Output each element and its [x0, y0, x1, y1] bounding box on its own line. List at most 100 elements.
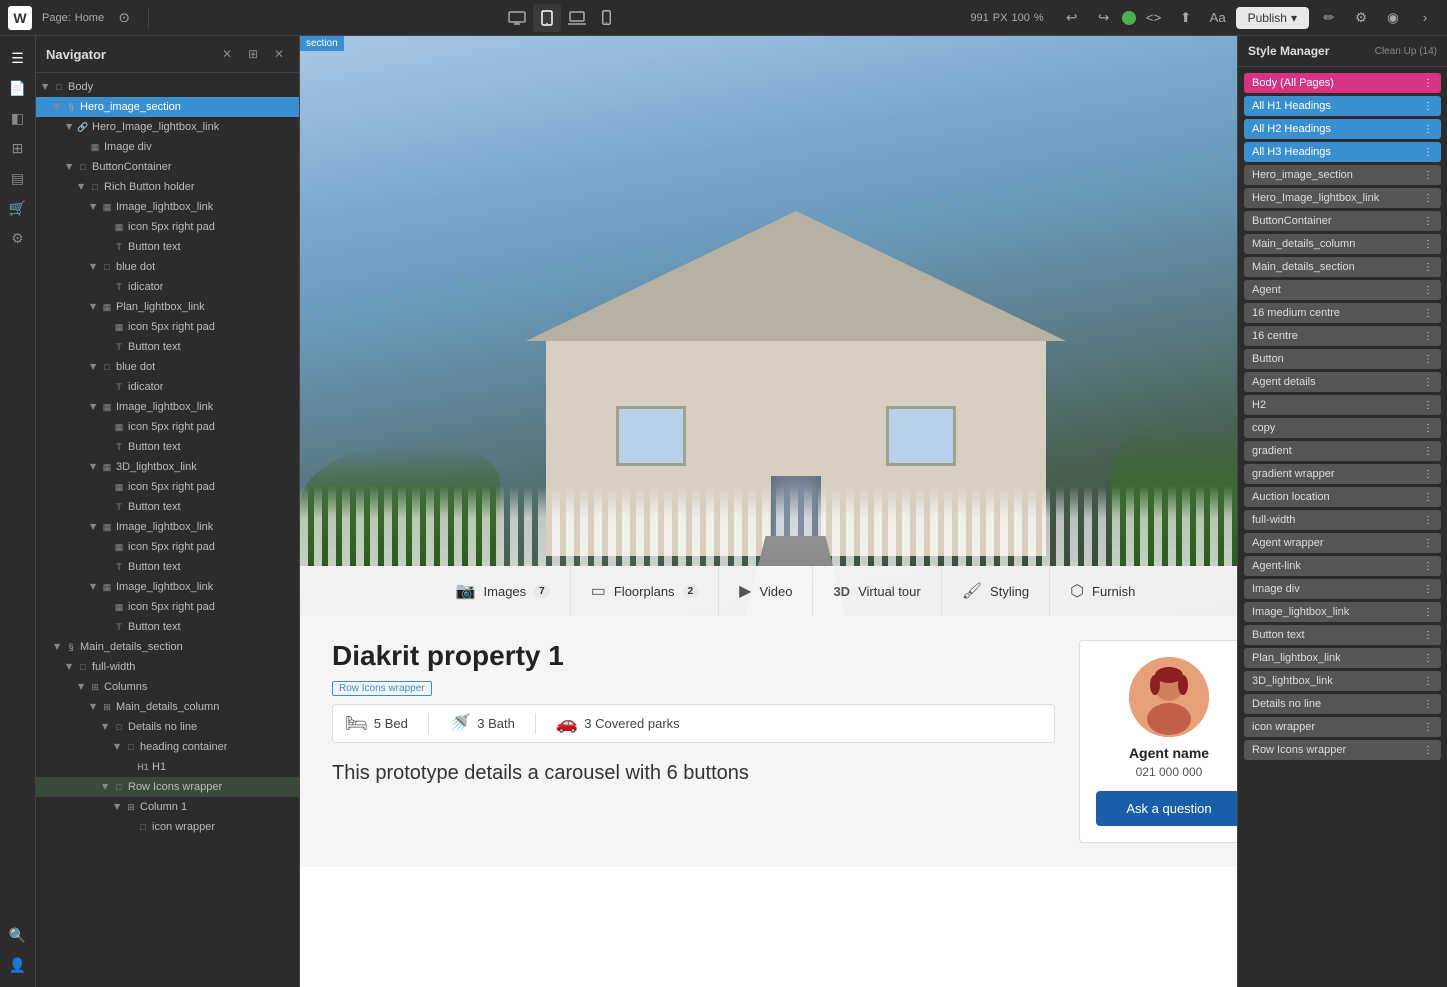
tree-item-row-icons-wrapper[interactable]: ▶ □ Row Icons wrapper — [36, 777, 299, 797]
accessibility-btn[interactable]: Aa — [1204, 4, 1232, 32]
style-tag-options-28[interactable]: ⋮ — [1423, 722, 1433, 733]
bb-furnish[interactable]: ⬡ Furnish — [1050, 566, 1155, 616]
sidebar-components-btn[interactable]: ⊞ — [4, 134, 32, 162]
tree-item-icon-pad-6[interactable]: ▶ ▦ icon 5px right pad — [36, 597, 299, 617]
style-tag-options-20[interactable]: ⋮ — [1423, 538, 1433, 549]
tree-item-icon-pad-3[interactable]: ▶ ▦ icon 5px right pad — [36, 417, 299, 437]
style-tag-options-13[interactable]: ⋮ — [1423, 377, 1433, 388]
tree-item-h1[interactable]: ▶ H1 H1 — [36, 757, 299, 777]
ask-question-btn[interactable]: Ask a question — [1096, 791, 1237, 826]
style-tag-6[interactable]: ButtonContainer⋮ — [1244, 211, 1441, 231]
tree-item-hero-link[interactable]: ▶ 🔗 Hero_Image_lightbox_link — [36, 117, 299, 137]
navigator-close-btn[interactable]: ✕ — [269, 44, 289, 64]
style-tag-options-23[interactable]: ⋮ — [1423, 607, 1433, 618]
style-tag-3[interactable]: All H3 Headings⋮ — [1244, 142, 1441, 162]
sidebar-cms-btn[interactable]: ▤ — [4, 164, 32, 192]
tablet-device-btn[interactable] — [533, 4, 561, 32]
tree-item-img-link-1[interactable]: ▶ ▦ Image_lightbox_link — [36, 197, 299, 217]
tree-item-icon-pad-4[interactable]: ▶ ▦ icon 5px right pad — [36, 477, 299, 497]
style-tag-28[interactable]: icon wrapper⋮ — [1244, 717, 1441, 737]
style-tag-17[interactable]: gradient wrapper⋮ — [1244, 464, 1441, 484]
sidebar-nav-btn[interactable]: ☰ — [4, 44, 32, 72]
style-tag-options-5[interactable]: ⋮ — [1423, 193, 1433, 204]
style-tag-22[interactable]: Image div⋮ — [1244, 579, 1441, 599]
tree-item-3d-link[interactable]: ▶ ▦ 3D_lightbox_link — [36, 457, 299, 477]
navigator-search-btn[interactable]: ✕ — [217, 44, 237, 64]
style-tag-options-24[interactable]: ⋮ — [1423, 630, 1433, 641]
style-tag-16[interactable]: gradient⋮ — [1244, 441, 1441, 461]
style-tag-options-26[interactable]: ⋮ — [1423, 676, 1433, 687]
style-tag-1[interactable]: All H1 Headings⋮ — [1244, 96, 1441, 116]
tree-item-icon-pad-2[interactable]: ▶ ▦ icon 5px right pad — [36, 317, 299, 337]
navigator-layout-btn[interactable]: ⊞ — [243, 44, 263, 64]
export-btn[interactable]: ⬆ — [1172, 4, 1200, 32]
tree-item-btn-text-5[interactable]: ▶ T Button text — [36, 557, 299, 577]
style-tag-options-19[interactable]: ⋮ — [1423, 515, 1433, 526]
style-tag-options-14[interactable]: ⋮ — [1423, 400, 1433, 411]
redo-btn[interactable]: ↪ — [1090, 4, 1118, 32]
page-status-icon[interactable]: ⊙ — [110, 4, 138, 32]
more-btn[interactable]: › — [1411, 4, 1439, 32]
style-tag-options-3[interactable]: ⋮ — [1423, 147, 1433, 158]
style-tag-24[interactable]: Button text⋮ — [1244, 625, 1441, 645]
tree-item-main-details-column[interactable]: ▶ ⊞ Main_details_column — [36, 697, 299, 717]
style-tag-18[interactable]: Auction location⋮ — [1244, 487, 1441, 507]
bb-video[interactable]: ▶ Video — [719, 566, 813, 616]
tree-item-icon-wrapper[interactable]: ▶ □ icon wrapper — [36, 817, 299, 837]
style-tag-options-2[interactable]: ⋮ — [1423, 124, 1433, 135]
tree-item-image-div[interactable]: ▶ ▦ Image div — [36, 137, 299, 157]
style-tag-9[interactable]: Agent⋮ — [1244, 280, 1441, 300]
bb-styling[interactable]: 🖌 Styling — [942, 566, 1050, 616]
style-tag-2[interactable]: All H2 Headings⋮ — [1244, 119, 1441, 139]
undo-btn[interactable]: ↩ — [1058, 4, 1086, 32]
tree-item-details-no-line[interactable]: ▶ □ Details no line — [36, 717, 299, 737]
style-tag-options-0[interactable]: ⋮ — [1423, 78, 1433, 89]
tree-item-hero-section[interactable]: ▶ § Hero_image_section — [36, 97, 299, 117]
style-tag-8[interactable]: Main_details_section⋮ — [1244, 257, 1441, 277]
tree-item-plan-link[interactable]: ▶ ▦ Plan_lightbox_link — [36, 297, 299, 317]
style-tag-4[interactable]: Hero_image_section⋮ — [1244, 165, 1441, 185]
laptop-device-btn[interactable] — [563, 4, 591, 32]
desktop-device-btn[interactable] — [503, 4, 531, 32]
style-tag-7[interactable]: Main_details_column⋮ — [1244, 234, 1441, 254]
style-tag-29[interactable]: Row Icons wrapper⋮ — [1244, 740, 1441, 760]
bb-virtual-tour[interactable]: 3D Virtual tour — [813, 566, 941, 616]
tree-item-column1[interactable]: ▶ ⊞ Column 1 — [36, 797, 299, 817]
style-tag-options-1[interactable]: ⋮ — [1423, 101, 1433, 112]
style-tag-10[interactable]: 16 medium centre⋮ — [1244, 303, 1441, 323]
bb-floorplans[interactable]: ▭ Floorplans 2 — [571, 566, 719, 616]
tree-item-heading-container[interactable]: ▶ □ heading container — [36, 737, 299, 757]
tree-item-btn-text-1[interactable]: ▶ T Button text — [36, 237, 299, 257]
tree-item-body[interactable]: ▶ □ Body — [36, 77, 299, 97]
settings-btn[interactable]: ⚙ — [1347, 4, 1375, 32]
style-tag-options-21[interactable]: ⋮ — [1423, 561, 1433, 572]
style-tag-options-29[interactable]: ⋮ — [1423, 745, 1433, 756]
style-tag-options-27[interactable]: ⋮ — [1423, 699, 1433, 710]
style-tag-12[interactable]: Button⋮ — [1244, 349, 1441, 369]
tree-item-img-link-3[interactable]: ▶ ▦ Image_lightbox_link — [36, 517, 299, 537]
sidebar-assets-btn[interactable]: ◧ — [4, 104, 32, 132]
tree-item-idicator-1[interactable]: ▶ T idicator — [36, 277, 299, 297]
style-tag-options-16[interactable]: ⋮ — [1423, 446, 1433, 457]
code-btn[interactable]: <> — [1140, 4, 1168, 32]
style-tag-11[interactable]: 16 centre⋮ — [1244, 326, 1441, 346]
publish-btn[interactable]: Publish ▾ — [1236, 7, 1309, 29]
style-tag-23[interactable]: Image_lightbox_link⋮ — [1244, 602, 1441, 622]
tree-item-full-width[interactable]: ▶ □ full-width — [36, 657, 299, 677]
style-tag-14[interactable]: H2⋮ — [1244, 395, 1441, 415]
tree-item-img-link-2[interactable]: ▶ ▦ Image_lightbox_link — [36, 397, 299, 417]
sidebar-settings-btn[interactable]: ⚙ — [4, 224, 32, 252]
pen-tool-btn[interactable]: ✏ — [1315, 4, 1343, 32]
style-tag-options-22[interactable]: ⋮ — [1423, 584, 1433, 595]
style-tag-15[interactable]: copy⋮ — [1244, 418, 1441, 438]
style-tag-options-6[interactable]: ⋮ — [1423, 216, 1433, 227]
tree-item-columns[interactable]: ▶ ⊞ Columns — [36, 677, 299, 697]
style-tag-19[interactable]: full-width⋮ — [1244, 510, 1441, 530]
analytics-btn[interactable]: ◉ — [1379, 4, 1407, 32]
style-tag-0[interactable]: Body (All Pages)⋮ — [1244, 73, 1441, 93]
style-tag-26[interactable]: 3D_lightbox_link⋮ — [1244, 671, 1441, 691]
sidebar-ecommerce-btn[interactable]: 🛒 — [4, 194, 32, 222]
style-tag-5[interactable]: Hero_Image_lightbox_link⋮ — [1244, 188, 1441, 208]
sidebar-pages-btn[interactable]: 📄 — [4, 74, 32, 102]
style-tag-25[interactable]: Plan_lightbox_link⋮ — [1244, 648, 1441, 668]
